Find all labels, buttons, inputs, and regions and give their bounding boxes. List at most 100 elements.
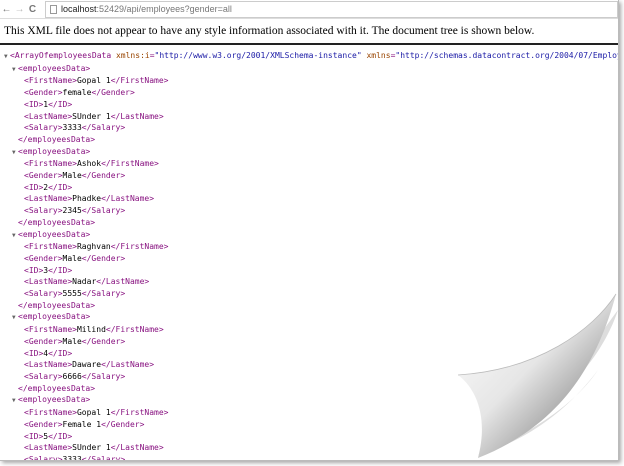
field-lastname: <LastName>Phadke</LastName>	[0, 193, 618, 205]
url-path: :52429/api/employees?gender=all	[96, 4, 232, 14]
field-close-tag: </Salary>	[81, 289, 126, 299]
employee-record-open: ▼ <employeesData>	[0, 229, 618, 242]
field-close-tag: </FirstName>	[110, 408, 169, 418]
field-close-tag: </FirstName>	[110, 76, 169, 86]
employee-record-open: ▼ <employeesData>	[0, 63, 618, 76]
record-open-tag: <employeesData>	[18, 63, 91, 73]
field-close-tag: </Salary>	[81, 206, 126, 216]
attr-name: xmlns:i	[115, 51, 150, 60]
field-close-tag: </ID>	[48, 265, 73, 275]
field-value: 5555	[62, 289, 82, 299]
field-open-tag: <LastName>	[24, 194, 73, 204]
browser-window: ← → C localhost:52429/api/employees?gend…	[0, 0, 619, 461]
reload-icon[interactable]: C	[26, 4, 39, 15]
back-arrow-icon[interactable]: ←	[0, 4, 13, 15]
field-open-tag: <Salary>	[24, 123, 63, 133]
field-id: <ID>1</ID>	[0, 99, 618, 111]
field-close-tag: </LastName>	[110, 111, 164, 121]
record-open-tag: <employeesData>	[18, 395, 91, 405]
employee-record-close: </employeesData>	[0, 217, 618, 229]
field-value: Male	[62, 336, 82, 346]
field-gender: <Gender>Male</Gender>	[0, 170, 618, 182]
record-open-tag: <employeesData>	[18, 146, 91, 156]
field-close-tag: </LastName>	[110, 443, 164, 453]
field-lastname: <LastName>SUnder 1</LastName>	[0, 111, 618, 123]
field-open-tag: <Gender>	[24, 171, 63, 181]
xml-root-open: ▼ <ArrayOfemployeesData xmlns:i="http://w…	[0, 50, 618, 63]
field-id: <ID>3</ID>	[0, 265, 618, 277]
field-close-tag: </ID>	[48, 99, 73, 109]
field-open-tag: <FirstName>	[24, 159, 77, 169]
field-open-tag: <Gender>	[24, 88, 63, 98]
record-close-tag: </employeesData>	[18, 217, 96, 227]
field-close-tag: </Salary>	[81, 123, 126, 133]
field-close-tag: </LastName>	[101, 194, 155, 204]
field-close-tag: </ID>	[48, 182, 73, 192]
field-close-tag: </FirstName>	[105, 325, 164, 335]
field-close-tag: </Gender>	[81, 253, 126, 263]
forward-arrow-icon[interactable]: →	[13, 4, 26, 15]
field-open-tag: <ID>	[24, 348, 44, 358]
field-open-tag: <FirstName>	[24, 325, 77, 335]
field-value: Daware	[72, 360, 102, 370]
field-lastname: <LastName>Nadar</LastName>	[0, 276, 618, 288]
field-close-tag: </Salary>	[81, 454, 126, 461]
field-open-tag: <FirstName>	[24, 76, 77, 86]
field-salary: <Salary>3333</Salary>	[0, 122, 618, 134]
field-value: Male	[62, 253, 82, 263]
attr-value: "http://www.w3.org/2001/XMLSchema-instan…	[154, 51, 362, 60]
field-firstname: <FirstName>Raghvan</FirstName>	[0, 241, 618, 253]
field-firstname: <FirstName>Ashok</FirstName>	[0, 158, 618, 170]
field-close-tag: </LastName>	[101, 360, 155, 370]
field-open-tag: <LastName>	[24, 360, 73, 370]
employee-record-open: ▼ <employeesData>	[0, 146, 618, 159]
browser-toolbar: ← → C localhost:52429/api/employees?gend…	[0, 0, 618, 19]
field-value: 2345	[62, 206, 82, 216]
field-value: 3333	[62, 123, 82, 133]
attr-name: xmlns	[366, 51, 391, 60]
field-value: Male	[62, 171, 82, 181]
field-close-tag: </Salary>	[81, 371, 126, 381]
address-bar[interactable]: localhost:52429/api/employees?gender=all	[45, 0, 618, 18]
record-close-tag: </employeesData>	[18, 383, 96, 393]
field-close-tag: </Gender>	[91, 88, 135, 98]
field-open-tag: <ID>	[24, 431, 44, 441]
field-open-tag: <Salary>	[24, 454, 63, 461]
field-salary: <Salary>2345</Salary>	[0, 205, 618, 217]
field-value: 6666	[62, 371, 82, 381]
field-close-tag: </Gender>	[81, 336, 126, 346]
field-value: Raghvan	[76, 242, 111, 252]
field-value: Ashok	[76, 159, 102, 169]
record-open-tag: <employeesData>	[18, 312, 91, 322]
field-gender: <Gender>female</Gender>	[0, 87, 618, 99]
field-value: Gopal 1	[76, 76, 111, 86]
record-close-tag: </employeesData>	[18, 300, 96, 310]
field-value: Milind	[76, 325, 106, 335]
attr-value: "http://schemas.datacontract.org/2004/07…	[395, 51, 619, 60]
field-value: SUnder 1	[72, 443, 111, 453]
field-open-tag: <Salary>	[24, 371, 63, 381]
url-host: localhost	[61, 4, 97, 14]
field-close-tag: </ID>	[48, 348, 73, 358]
field-id: <ID>2</ID>	[0, 182, 618, 194]
field-close-tag: </FirstName>	[110, 242, 169, 252]
field-open-tag: <LastName>	[24, 443, 73, 453]
field-firstname: <FirstName>Gopal 1</FirstName>	[0, 75, 618, 87]
field-open-tag: <ID>	[24, 99, 44, 109]
field-open-tag: <Salary>	[24, 289, 63, 299]
field-value: 3333	[62, 454, 82, 461]
field-close-tag: </ID>	[48, 431, 73, 441]
field-value: Nadar	[72, 277, 97, 287]
record-open-tag: <employeesData>	[18, 229, 91, 239]
field-close-tag: </LastName>	[96, 277, 150, 287]
field-open-tag: <Gender>	[24, 419, 63, 429]
field-open-tag: <FirstName>	[24, 408, 77, 418]
record-close-tag: </employeesData>	[18, 134, 96, 144]
field-open-tag: <ID>	[24, 265, 44, 275]
field-open-tag: <Gender>	[24, 336, 63, 346]
field-open-tag: <Salary>	[24, 206, 63, 216]
field-open-tag: <ID>	[24, 182, 44, 192]
field-close-tag: </Gender>	[81, 171, 126, 181]
field-value: SUnder 1	[72, 111, 111, 121]
field-open-tag: <LastName>	[24, 277, 73, 287]
